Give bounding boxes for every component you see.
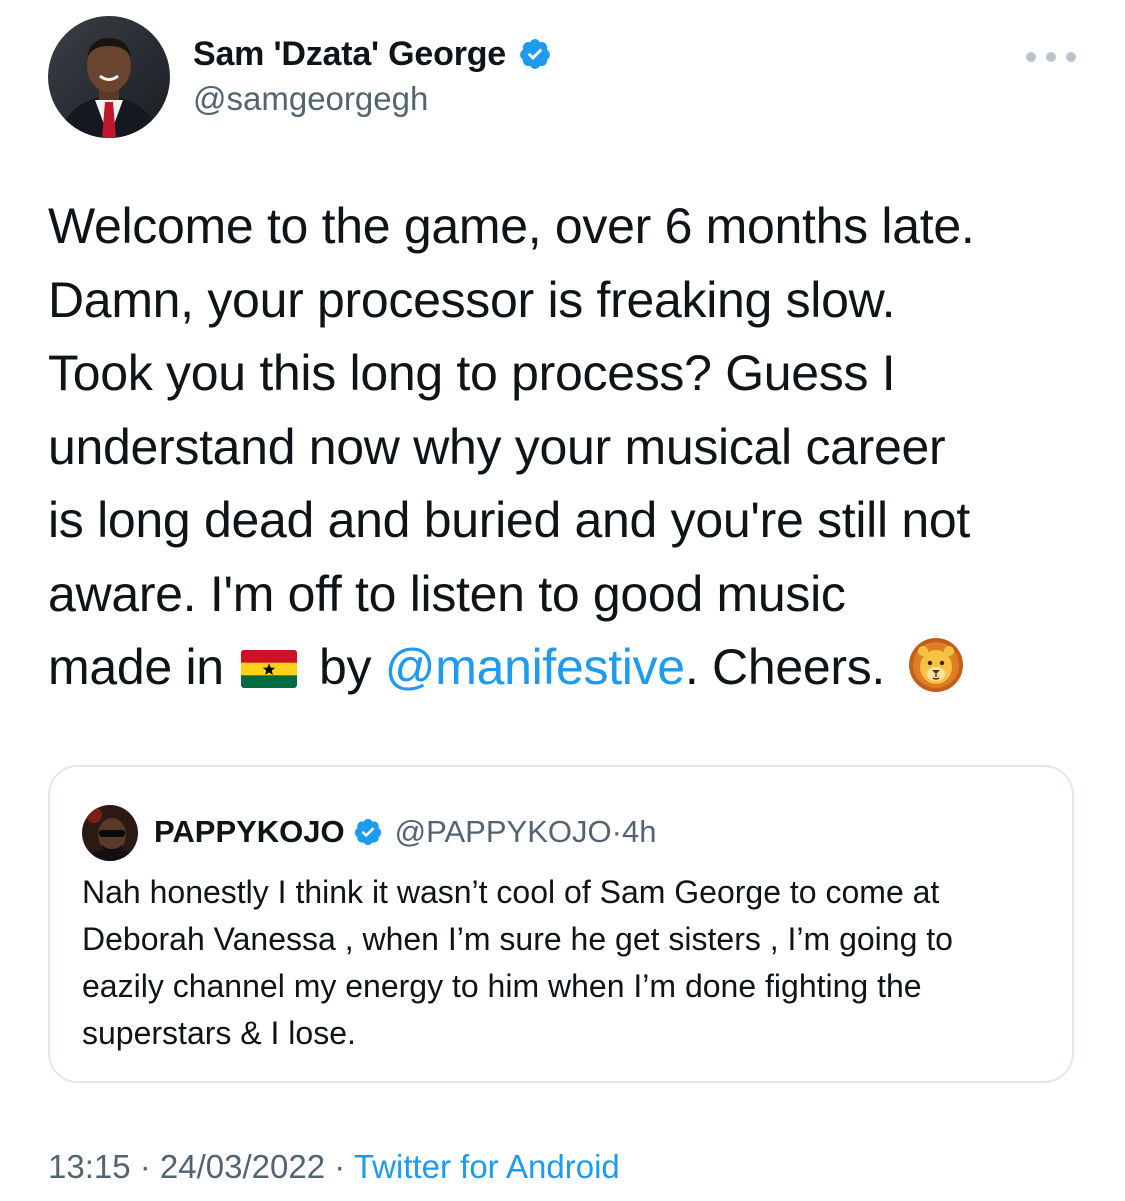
- author-handle[interactable]: @samgeorgegh: [193, 80, 428, 118]
- quote-timestamp[interactable]: 4h: [622, 814, 656, 850]
- author-name[interactable]: Sam 'Dzata' George: [193, 35, 506, 74]
- tweet-line: is long dead and buried and you're still…: [48, 492, 970, 548]
- ghana-flag-icon: [241, 650, 298, 688]
- quote-author-avatar[interactable]: [82, 805, 138, 861]
- tweet-source-link[interactable]: Twitter for Android: [354, 1148, 620, 1185]
- tweet-line: . Cheers.: [684, 639, 899, 695]
- more-dot-icon: [1066, 52, 1076, 62]
- quote-tweet-card[interactable]: PAPPYKOJO @PAPPYKOJO · 4h Nah honestly I…: [48, 765, 1074, 1083]
- tweet-text: Welcome to the game, over 6 months late.…: [48, 190, 1098, 705]
- tweet-line: Took you this long to process? Guess I: [48, 345, 896, 401]
- quote-header: PAPPYKOJO @PAPPYKOJO · 4h: [154, 809, 656, 855]
- tweet-line: aware. I'm off to listen to good music: [48, 565, 846, 622]
- tweet-meta: 13:15 · 24/03/2022 · Twitter for Android: [48, 1148, 620, 1186]
- author-avatar[interactable]: [48, 16, 170, 138]
- tweet-line: Welcome to the game, over 6 months late.: [48, 198, 975, 254]
- author-name-row[interactable]: Sam 'Dzata' George: [193, 32, 552, 76]
- tweet-timestamp[interactable]: 13:15 · 24/03/2022 ·: [48, 1148, 354, 1185]
- more-dot-icon: [1026, 52, 1036, 62]
- verified-badge-icon: [520, 39, 550, 69]
- lion-face-icon: [908, 638, 963, 692]
- tweet-line: understand now why your musical career: [48, 418, 946, 475]
- quote-author-name[interactable]: PAPPYKOJO: [154, 814, 345, 850]
- tweet-line: by: [305, 639, 385, 695]
- quote-time-separator: ·: [611, 814, 622, 849]
- more-options-button[interactable]: [1026, 42, 1076, 72]
- tweet-line: Damn, your processor is freaking slow.: [48, 271, 896, 328]
- more-dot-icon: [1046, 52, 1056, 62]
- quote-author-handle[interactable]: @PAPPYKOJO: [395, 814, 612, 850]
- mention-link[interactable]: @manifestive: [385, 639, 685, 695]
- tweet-line: made in: [48, 639, 238, 695]
- quote-text: Nah honestly I think it wasn’t cool of S…: [82, 874, 953, 1051]
- verified-badge-icon: [354, 818, 381, 846]
